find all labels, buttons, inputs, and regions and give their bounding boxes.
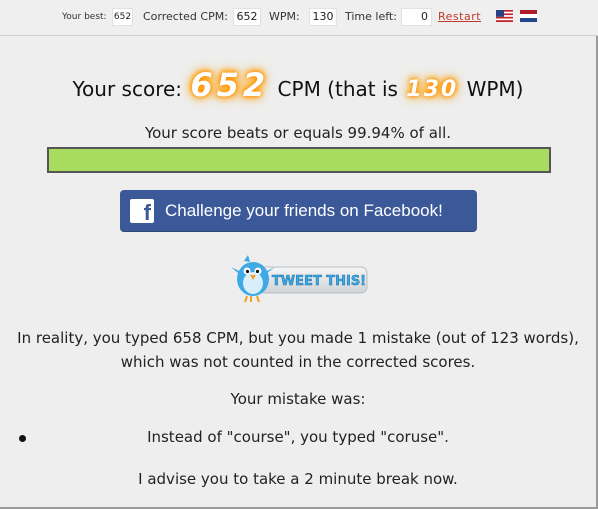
time-left-label: Time left: bbox=[345, 10, 397, 23]
best-value: 652 bbox=[112, 8, 133, 26]
best-label: Your best: bbox=[62, 12, 107, 22]
percentile-text: Your score beats or equals 99.94% of all… bbox=[144, 124, 452, 142]
percentile-bar bbox=[47, 147, 551, 173]
mistake-title: Your mistake was: bbox=[230, 390, 366, 408]
facebook-icon: f bbox=[130, 199, 154, 223]
tweet-this-label: TWEET THIS! bbox=[272, 274, 366, 289]
time-left-value: 0 bbox=[401, 8, 432, 26]
summary-text: In reality, you typed 658 CPM, but you m… bbox=[0, 326, 596, 374]
results-panel: Your score: 652 CPM (that is 130 WPM) Yo… bbox=[0, 36, 598, 509]
mistake-list: Instead of "course", you typed "coruse". bbox=[0, 428, 596, 446]
corrected-cpm-label: Corrected CPM: bbox=[143, 10, 228, 23]
advice-text: I advise you to take a 2 minute break no… bbox=[138, 470, 458, 488]
nl-flag-icon[interactable] bbox=[520, 10, 537, 22]
stats-bar: Your best: 652 Corrected CPM: 652 WPM: 1… bbox=[0, 0, 598, 36]
mistake-item-text: Instead of "course", you typed "coruse". bbox=[147, 428, 449, 446]
twitter-bird-icon bbox=[231, 255, 275, 303]
wpm-value: 130 bbox=[309, 8, 337, 26]
score-middle: CPM (that is bbox=[277, 77, 398, 101]
score-suffix: WPM) bbox=[466, 77, 524, 101]
facebook-challenge-button[interactable]: f Challenge your friends on Facebook! bbox=[120, 190, 477, 232]
us-flag-icon[interactable] bbox=[496, 10, 513, 22]
score-cpm-value: 652 bbox=[188, 66, 272, 104]
corrected-cpm-value: 652 bbox=[233, 8, 261, 26]
percentile-bar-fill bbox=[49, 149, 549, 171]
restart-link[interactable]: Restart bbox=[438, 10, 481, 23]
summary-line-1: In reality, you typed 658 CPM, but you m… bbox=[17, 329, 579, 347]
list-item: Instead of "course", you typed "coruse". bbox=[0, 428, 596, 446]
score-wpm-value: 130 bbox=[404, 77, 461, 102]
facebook-challenge-label: Challenge your friends on Facebook! bbox=[165, 201, 443, 220]
score-prefix: Your score: bbox=[72, 77, 183, 101]
tweet-this-button[interactable]: TWEET THIS! bbox=[229, 249, 371, 305]
wpm-label: WPM: bbox=[269, 10, 300, 23]
score-line: Your score: 652 CPM (that is 130 WPM) bbox=[0, 66, 596, 104]
summary-line-2: which was not counted in the corrected s… bbox=[120, 353, 476, 371]
bullet-icon bbox=[19, 435, 26, 442]
